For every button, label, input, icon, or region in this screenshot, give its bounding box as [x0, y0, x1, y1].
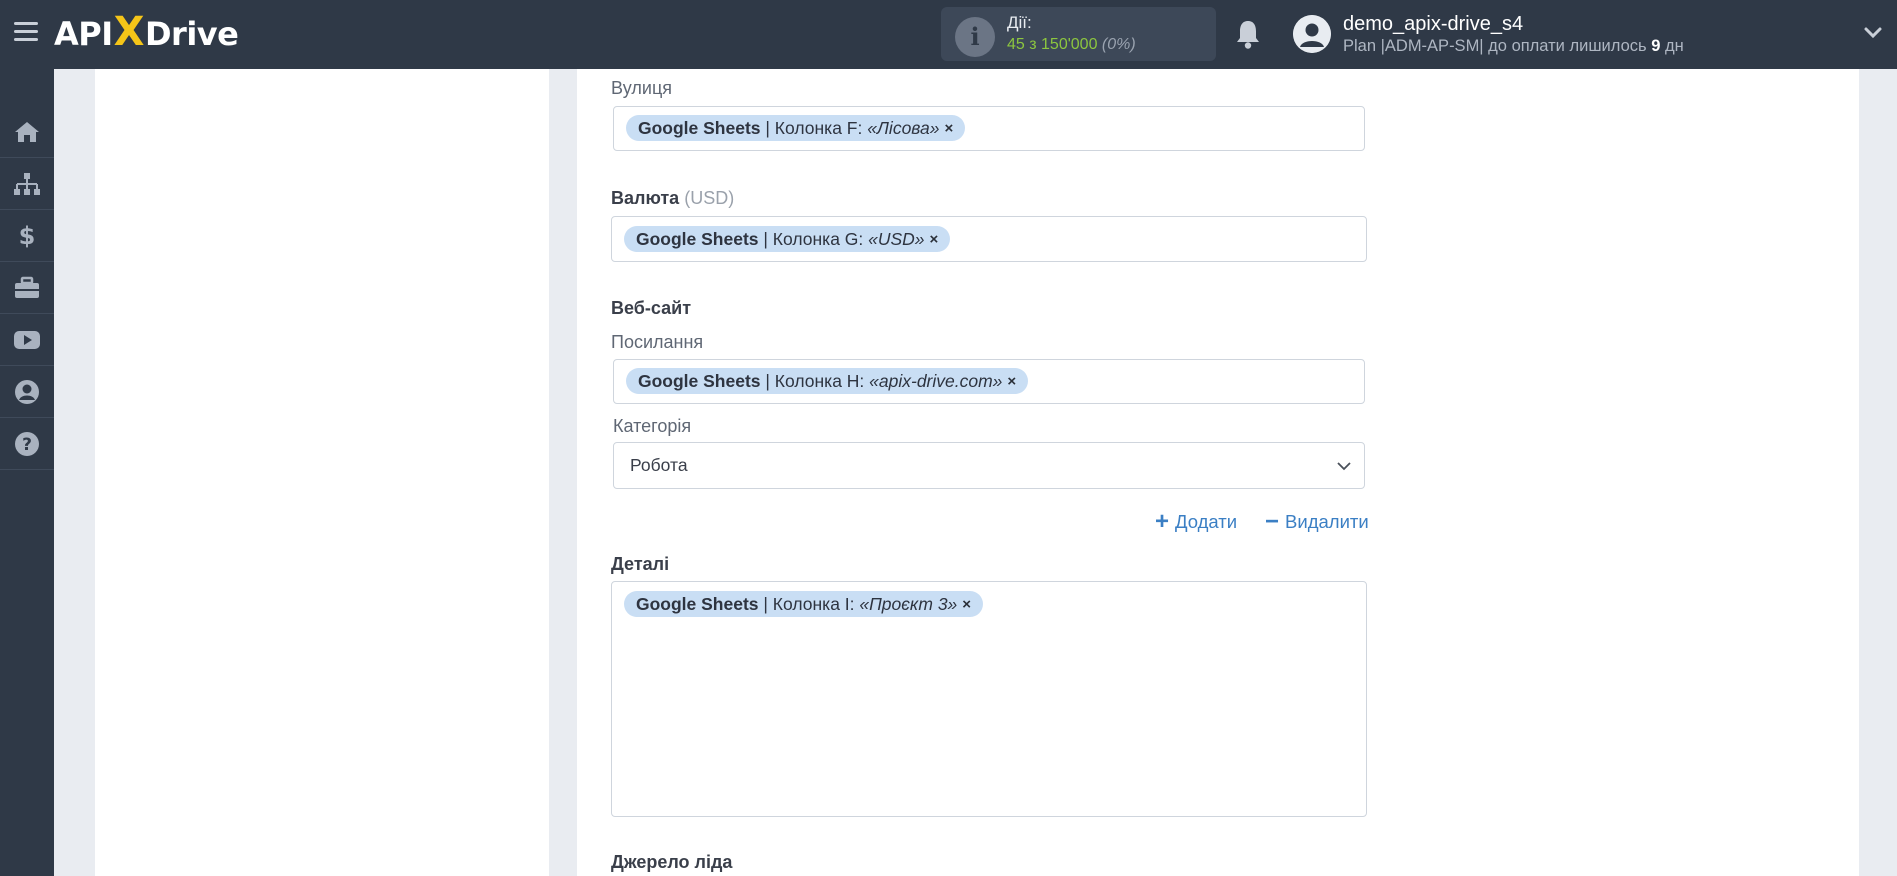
sitemap-icon	[14, 172, 40, 195]
sidebar-item-tools[interactable]	[0, 262, 54, 314]
chevron-down-icon	[1336, 458, 1352, 474]
remove-label: Видалити	[1285, 511, 1369, 532]
remove-tag-icon[interactable]: ×	[1007, 373, 1016, 390]
svg-text:$: $	[19, 222, 36, 250]
street-label: Вулиця	[611, 78, 673, 98]
help-icon: ?	[15, 431, 39, 456]
dollar-icon: $	[19, 222, 36, 250]
remove-tag-icon[interactable]: ×	[962, 596, 971, 613]
user-circle-icon	[15, 379, 39, 404]
plan-info: Plan |ADM-AP-SM| до оплати лишилось 9 дн	[1343, 37, 1684, 56]
details-tag: Google Sheets | Колонка I: «Проєкт 3» ×	[624, 591, 984, 617]
left-panel	[95, 69, 549, 876]
tag-value: «apix-drive.com»	[869, 370, 1003, 391]
website-link-label: Посилання	[611, 332, 704, 352]
user-avatar-icon[interactable]	[1293, 15, 1331, 53]
tag-value: «USD»	[868, 228, 925, 249]
currency-hint: (USD)	[684, 188, 735, 208]
remove-website-button[interactable]: − Видалити	[1265, 508, 1369, 535]
sidebar-item-help[interactable]: ?	[0, 418, 54, 470]
lead-source-section-title: Джерело ліда	[611, 852, 733, 872]
chevron-down-icon[interactable]	[1862, 22, 1884, 44]
username[interactable]: demo_apix-drive_s4	[1343, 13, 1523, 36]
minus-icon: −	[1265, 508, 1280, 535]
currency-label-text: Валюта	[611, 188, 680, 208]
street-tag: Google Sheets | Колонка F: «Лісова» ×	[626, 115, 966, 141]
tag-value: «Проєкт 3»	[859, 593, 958, 614]
tag-source: Google Sheets	[636, 593, 759, 614]
menu-icon[interactable]	[14, 22, 38, 44]
sidebar-item-connections[interactable]	[0, 158, 54, 210]
add-label: Додати	[1175, 511, 1238, 532]
apix-drive-logo[interactable]: API X Drive	[54, 9, 239, 56]
tag-source: Google Sheets	[638, 117, 761, 138]
svg-text:?: ?	[22, 435, 32, 455]
tag-column: | Колонка F:	[760, 117, 868, 138]
actions-counter: i Дії: 45 з 150'000 (0%)	[941, 7, 1216, 61]
youtube-icon	[14, 330, 40, 349]
website-section-title: Веб-сайт	[611, 298, 692, 318]
sidebar-item-home[interactable]	[0, 106, 54, 158]
actions-count: 45 з 150'000 (0%)	[1007, 36, 1136, 54]
tag-column: | Колонка H:	[760, 370, 870, 391]
category-selected-value: Робота	[630, 455, 688, 475]
tag-value: «Лісова»	[867, 117, 940, 138]
details-field[interactable]: Google Sheets | Колонка I: «Проєкт 3» ×	[611, 581, 1367, 817]
tag-column: | Колонка G:	[758, 228, 869, 249]
add-website-button[interactable]: + Додати	[1155, 508, 1238, 535]
remove-tag-icon[interactable]: ×	[945, 120, 954, 137]
logo-text-drive: Drive	[144, 15, 239, 53]
sidebar-item-profile[interactable]	[0, 366, 54, 418]
tag-column: | Колонка I:	[758, 593, 860, 614]
sidebar-item-video[interactable]	[0, 314, 54, 366]
actions-count-value: 45 з 150'000	[1007, 36, 1098, 53]
bell-icon[interactable]	[1233, 18, 1263, 50]
remove-tag-icon[interactable]: ×	[930, 231, 939, 248]
sidebar: $ ?	[0, 69, 54, 876]
plan-prefix: Plan |ADM-AP-SM| до оплати лишилось	[1343, 37, 1647, 55]
plan-suffix: дн	[1665, 37, 1684, 55]
actions-label: Дії:	[1007, 13, 1032, 32]
street-field[interactable]: Google Sheets | Колонка F: «Лісова» ×	[613, 106, 1365, 151]
website-link-field[interactable]: Google Sheets | Колонка H: «apix-drive.c…	[613, 359, 1365, 404]
plan-days: 9	[1651, 37, 1661, 55]
sidebar-item-billing[interactable]: $	[0, 210, 54, 262]
actions-count-percent: (0%)	[1101, 36, 1136, 53]
details-section-title: Деталі	[611, 554, 670, 574]
info-icon: i	[955, 17, 995, 57]
tag-source: Google Sheets	[636, 228, 759, 249]
currency-label: Валюта (USD)	[611, 188, 734, 209]
plus-icon: +	[1155, 508, 1170, 535]
currency-field[interactable]: Google Sheets | Колонка G: «USD» ×	[611, 216, 1367, 262]
briefcase-icon	[15, 276, 39, 298]
currency-tag: Google Sheets | Колонка G: «USD» ×	[624, 226, 951, 252]
logo-text-x: X	[113, 9, 145, 55]
home-icon	[15, 121, 39, 142]
logo-text-api: API	[54, 15, 113, 53]
website-link-tag: Google Sheets | Колонка H: «apix-drive.c…	[626, 368, 1029, 394]
tag-source: Google Sheets	[638, 370, 761, 391]
settings-form: Вулиця Google Sheets | Колонка F: «Лісов…	[577, 69, 1859, 876]
website-category-select[interactable]: Робота	[613, 442, 1365, 489]
website-category-label: Категорія	[613, 416, 692, 436]
top-bar: API X Drive i Дії: 45 з 150'000 (0%) dem…	[0, 0, 1897, 69]
